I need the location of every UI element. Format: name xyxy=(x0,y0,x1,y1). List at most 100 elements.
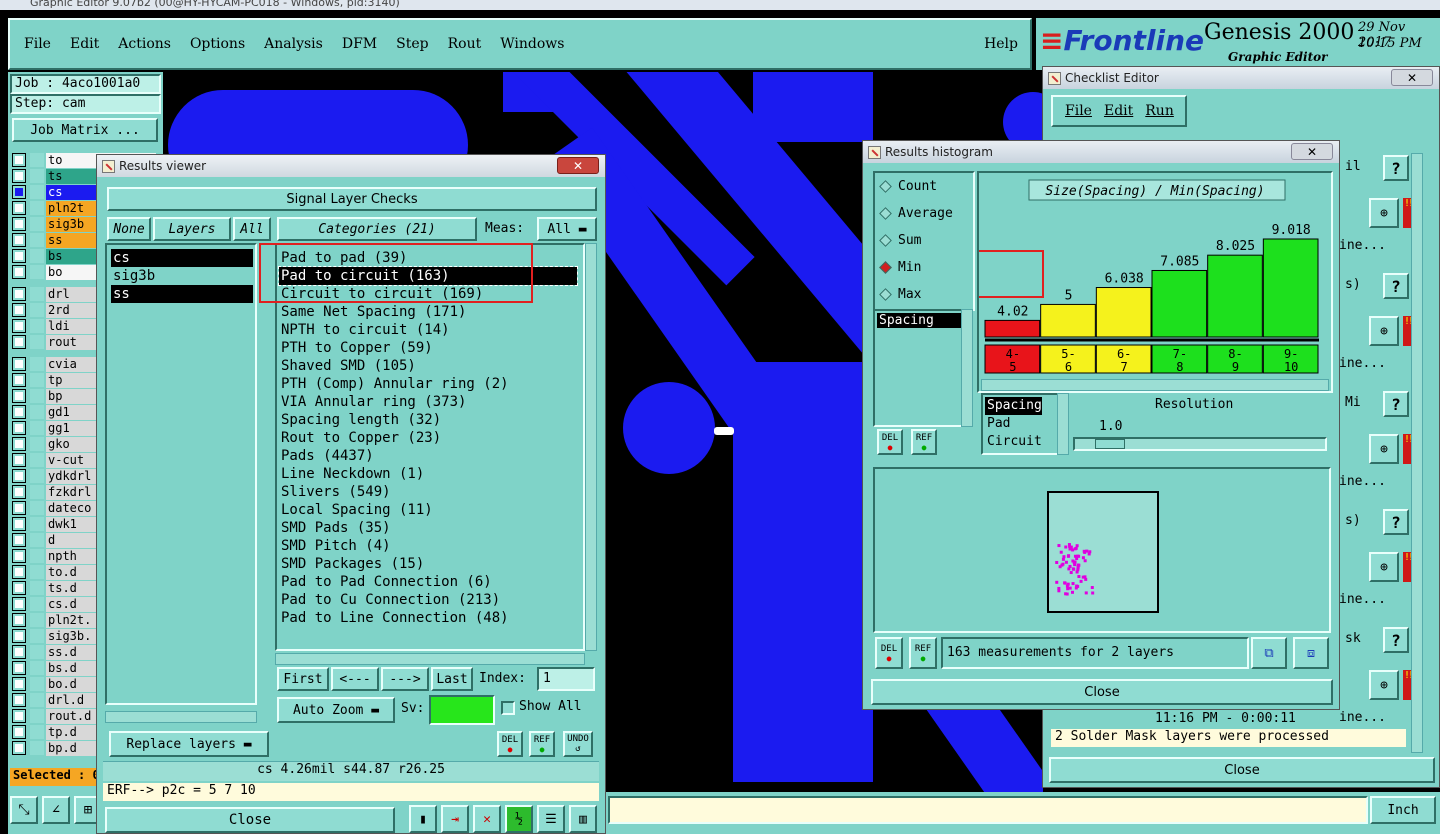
layer-checkbox[interactable] xyxy=(12,405,26,419)
units-button[interactable]: Inch xyxy=(1370,796,1436,824)
slider-thumb[interactable] xyxy=(1095,439,1125,449)
layer-checkbox[interactable] xyxy=(12,709,26,723)
category-item[interactable]: Slivers (549) xyxy=(279,483,577,501)
layer-checkbox[interactable] xyxy=(12,597,26,611)
close-icon[interactable]: ✕ xyxy=(1291,143,1333,160)
category-item[interactable]: Pad to Cu Connection (213) xyxy=(279,591,577,609)
layer-checkbox[interactable] xyxy=(12,533,26,547)
category-item[interactable]: Line Neckdown (1) xyxy=(279,465,577,483)
first-button[interactable]: First xyxy=(277,667,329,691)
menu-item[interactable]: Step xyxy=(396,36,428,52)
layer-checkbox[interactable] xyxy=(12,185,26,199)
res-item[interactable]: Spacing xyxy=(985,397,1042,415)
layer-checkbox[interactable] xyxy=(12,517,26,531)
category-item[interactable]: SMD Pads (35) xyxy=(279,519,577,537)
layer-checkbox[interactable] xyxy=(12,453,26,467)
autozoom-dropdown[interactable]: Auto Zoom ▬ xyxy=(277,697,395,723)
layer-checkbox[interactable] xyxy=(12,581,26,595)
categories-button[interactable]: Categories (21) xyxy=(277,217,477,241)
mode-radio[interactable]: Count xyxy=(875,173,973,200)
layer-checkbox[interactable] xyxy=(12,357,26,371)
rv-close-button[interactable]: Close xyxy=(105,807,395,833)
menu-item[interactable]: File xyxy=(24,36,51,52)
category-item[interactable]: Shaved SMD (105) xyxy=(279,357,577,375)
mode-radio[interactable]: Average xyxy=(875,200,973,227)
compare-icon[interactable]: ½ xyxy=(505,805,533,833)
mode-radio[interactable]: Min xyxy=(875,254,973,281)
histogram-bar[interactable] xyxy=(1040,303,1096,338)
zoom-icon[interactable]: ⤡ xyxy=(10,796,38,824)
attr-scroll[interactable] xyxy=(961,309,973,427)
zoom-icon[interactable]: ⊕ xyxy=(1369,316,1399,346)
cl-menu-item[interactable]: Run xyxy=(1145,103,1174,119)
layer-checkbox[interactable] xyxy=(12,319,26,333)
help-icon[interactable]: ? xyxy=(1383,391,1409,417)
ref-disabled-icon[interactable]: ✕ xyxy=(473,805,501,833)
mode-radio[interactable]: Max xyxy=(875,281,973,308)
menu-item[interactable]: Edit xyxy=(70,36,99,52)
rv-layer-item[interactable]: sig3b xyxy=(111,267,253,285)
show-all-checkbox[interactable] xyxy=(501,701,515,715)
next-button[interactable]: ---> xyxy=(381,667,429,691)
rv-cat-vscroll[interactable] xyxy=(585,243,597,651)
category-item[interactable]: SMD Packages (15) xyxy=(279,555,577,573)
category-item[interactable]: Spacing length (32) xyxy=(279,411,577,429)
drill-icon[interactable]: ▮ xyxy=(409,805,437,833)
zoom-icon[interactable]: ⊕ xyxy=(1369,198,1399,228)
menu-item[interactable]: Analysis xyxy=(264,36,323,52)
layer-checkbox[interactable] xyxy=(12,549,26,563)
layer-checkbox[interactable] xyxy=(12,233,26,247)
attr-item[interactable]: Spacing xyxy=(877,313,965,328)
all-button[interactable]: All xyxy=(233,217,271,241)
histogram-bar[interactable] xyxy=(1262,238,1319,338)
histogram-bar[interactable] xyxy=(1151,269,1208,338)
category-item[interactable]: Same Net Spacing (171) xyxy=(279,303,577,321)
layer-checkbox[interactable] xyxy=(12,565,26,579)
close-icon[interactable]: ✕ xyxy=(557,157,599,174)
sv-color-dropdown[interactable] xyxy=(429,695,495,725)
report-icon[interactable]: ☰ xyxy=(537,805,565,833)
menu-item[interactable]: Actions xyxy=(118,36,171,52)
category-item[interactable]: Rout to Copper (23) xyxy=(279,429,577,447)
hist-del-button[interactable]: DEL ● xyxy=(877,429,903,455)
menu-help[interactable]: Help xyxy=(984,36,1018,52)
ref-button[interactable]: REF ● xyxy=(529,731,555,757)
mode-radio[interactable]: Sum xyxy=(875,227,973,254)
layer-checkbox[interactable] xyxy=(12,287,26,301)
help-icon[interactable]: ? xyxy=(1383,155,1409,181)
layer-checkbox[interactable] xyxy=(12,421,26,435)
histogram-bar[interactable] xyxy=(1207,254,1263,338)
layer-checkbox[interactable] xyxy=(12,645,26,659)
res-item[interactable]: Pad xyxy=(985,415,1042,433)
category-item[interactable]: PTH to Copper (59) xyxy=(279,339,577,357)
layer-checkbox[interactable] xyxy=(12,249,26,263)
category-item[interactable]: Pads (4437) xyxy=(279,447,577,465)
index-input[interactable]: 1 xyxy=(537,667,595,691)
cl-menu-item[interactable]: File xyxy=(1065,103,1092,119)
export-icon[interactable]: ⧉ xyxy=(1251,637,1287,669)
category-item[interactable]: Pad to Line Connection (48) xyxy=(279,609,577,627)
layer-checkbox[interactable] xyxy=(12,201,26,215)
hist-ref-button[interactable]: REF ● xyxy=(911,429,937,455)
layer-checkbox[interactable] xyxy=(12,389,26,403)
board-preview[interactable] xyxy=(1047,491,1159,613)
help-icon[interactable]: ? xyxy=(1383,627,1409,653)
hist-ref2-button[interactable]: REF ● xyxy=(909,637,937,669)
layer-checkbox[interactable] xyxy=(12,217,26,231)
rv-layer-item[interactable]: cs xyxy=(111,249,253,267)
command-line[interactable] xyxy=(608,796,1368,824)
cl-close-button[interactable]: Close xyxy=(1049,757,1435,783)
category-item[interactable]: NPTH to circuit (14) xyxy=(279,321,577,339)
hist-close-button[interactable]: Close xyxy=(871,679,1333,705)
meas-dropdown[interactable]: All ▬ xyxy=(537,217,597,241)
histogram-bar[interactable] xyxy=(984,319,1041,338)
del-button[interactable]: DEL ● xyxy=(497,731,523,757)
zoom-icon[interactable]: ⊕ xyxy=(1369,670,1399,700)
menu-item[interactable]: Options xyxy=(190,36,245,52)
layer-checkbox[interactable] xyxy=(12,741,26,755)
undo-button[interactable]: UNDO ↺ xyxy=(563,731,593,757)
cl-menu-item[interactable]: Edit xyxy=(1104,103,1133,119)
category-item[interactable]: SMD Pitch (4) xyxy=(279,537,577,555)
zoom-icon[interactable]: ⊕ xyxy=(1369,434,1399,464)
menu-item[interactable]: Rout xyxy=(448,36,482,52)
